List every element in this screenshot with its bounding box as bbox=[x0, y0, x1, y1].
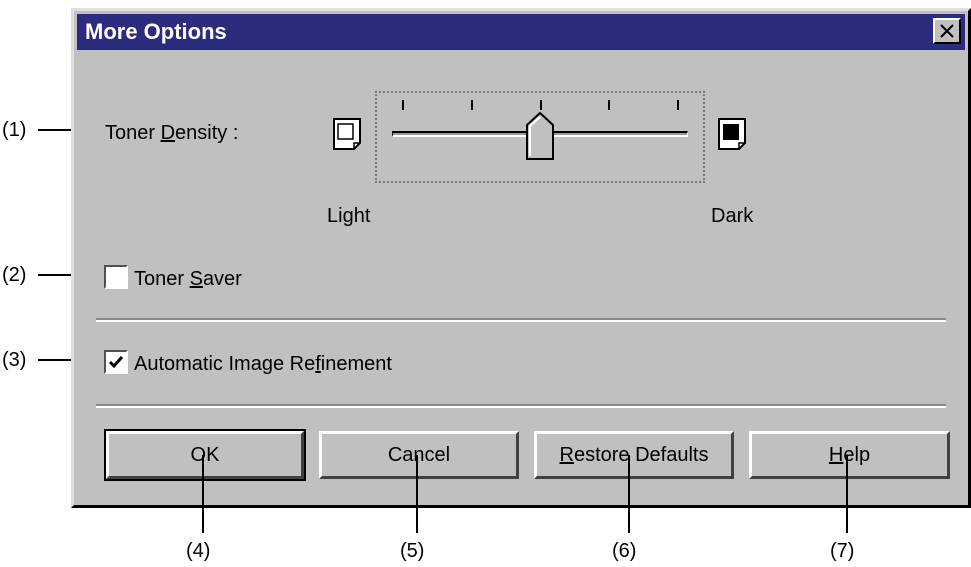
auto-refinement-checkbox[interactable] bbox=[104, 350, 128, 374]
callout-2: (2) bbox=[2, 264, 27, 286]
slider-tick bbox=[677, 100, 679, 110]
callout-4: (4) bbox=[186, 540, 211, 562]
dark-page-icon bbox=[718, 118, 746, 150]
callout-6: (6) bbox=[612, 540, 637, 562]
toner-density-label: Toner Density : bbox=[105, 122, 239, 144]
light-page-icon bbox=[333, 118, 361, 150]
checkmark-icon bbox=[108, 356, 124, 369]
slider-tick bbox=[608, 100, 611, 110]
ok-button[interactable]: OK bbox=[104, 429, 306, 481]
close-button[interactable] bbox=[933, 18, 961, 44]
callout-5-leader bbox=[416, 455, 418, 533]
toner-saver-label[interactable]: Toner Saver bbox=[134, 267, 242, 291]
separator-top bbox=[96, 318, 946, 322]
callout-5: (5) bbox=[400, 540, 425, 562]
dark-label: Dark bbox=[711, 205, 754, 227]
auto-refinement-label[interactable]: Automatic Image Refinement bbox=[134, 352, 392, 376]
slider-tick bbox=[539, 100, 542, 110]
callout-4-leader bbox=[202, 455, 204, 533]
callout-6-leader bbox=[628, 455, 630, 533]
slider-tick bbox=[402, 100, 404, 110]
callout-7: (7) bbox=[830, 540, 855, 562]
separator-bottom bbox=[96, 404, 946, 408]
cancel-button[interactable]: Cancel bbox=[319, 431, 519, 479]
callout-1: (1) bbox=[2, 119, 27, 141]
dialog-title: More Options bbox=[85, 19, 227, 44]
title-bar[interactable]: More Options bbox=[77, 14, 965, 50]
callout-3: (3) bbox=[2, 349, 27, 371]
toner-saver-checkbox[interactable] bbox=[104, 265, 128, 289]
toner-density-slider-thumb[interactable] bbox=[525, 111, 555, 161]
help-button[interactable]: Help bbox=[749, 431, 950, 479]
slider-tick bbox=[470, 100, 473, 110]
callout-7-leader bbox=[846, 455, 848, 533]
more-options-dialog: More Options Toner Density : Light Dark … bbox=[71, 8, 971, 508]
restore-defaults-button[interactable]: Restore Defaults bbox=[534, 431, 734, 479]
light-label: Light bbox=[327, 205, 371, 227]
close-icon bbox=[940, 24, 954, 38]
